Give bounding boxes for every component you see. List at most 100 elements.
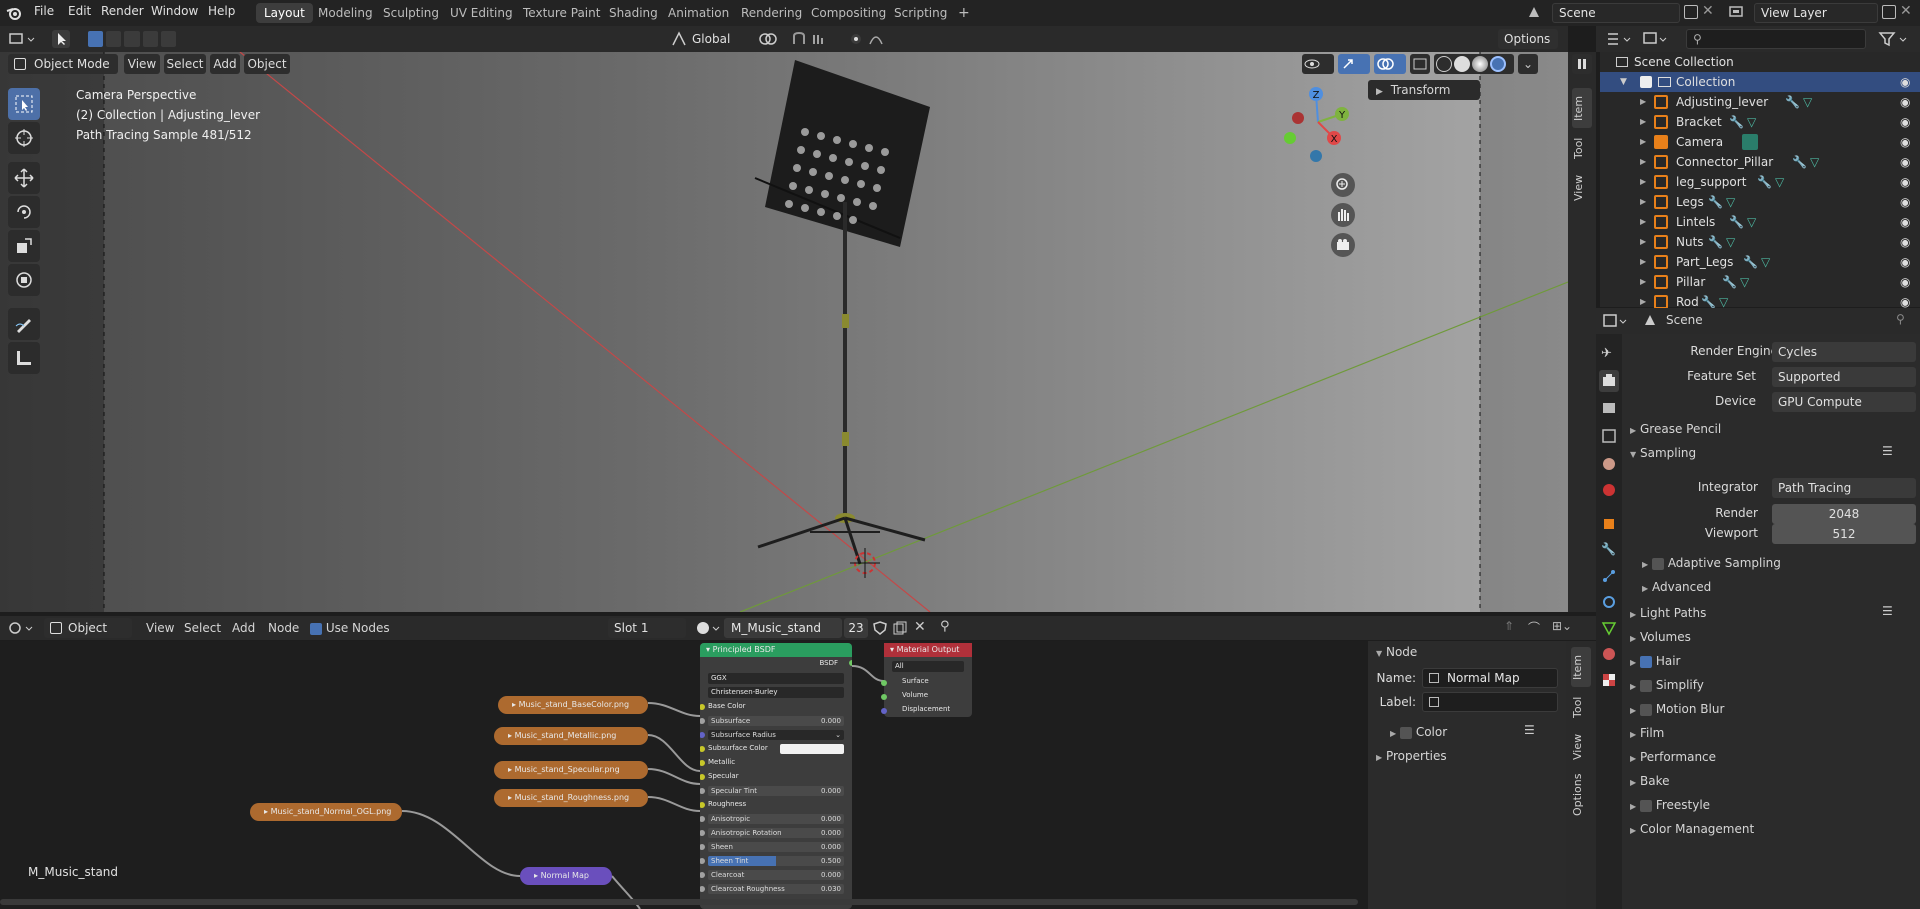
sidebar-tab-item[interactable]: Item (1572, 88, 1592, 128)
expand-arrow-icon[interactable]: ▶ (1640, 132, 1646, 152)
outliner-item[interactable]: ▶ Part_Legs 🔧 ▽ ◉ (1600, 252, 1920, 272)
tab-layout[interactable]: Layout (256, 3, 313, 23)
bsdf-input-row[interactable]: Subsurface Radius ⌄ (700, 729, 852, 741)
input-socket[interactable] (700, 774, 705, 780)
modifier-icon[interactable]: 🔧 (1708, 192, 1723, 212)
outliner-item[interactable]: ▶ Pillar 🔧 ▽ ◉ (1600, 272, 1920, 292)
panel-adaptive-sampling[interactable]: ▶ Adaptive Sampling (1642, 556, 1781, 570)
node-menu-add[interactable]: Add (232, 621, 255, 635)
node-tab-options[interactable]: Options (1571, 767, 1591, 823)
visibility-eye-icon[interactable]: ◉ (1900, 92, 1910, 112)
add-workspace-button[interactable]: + (950, 3, 978, 23)
select-intersect-icon[interactable] (160, 31, 177, 47)
select-invert-icon[interactable] (142, 31, 158, 47)
visibility-eye-icon[interactable]: ◉ (1900, 152, 1910, 172)
zoom-icon[interactable] (1331, 173, 1355, 197)
subsurface-method-dropdown[interactable]: Christensen-Burley (708, 687, 844, 698)
sidebar-tab-view[interactable]: View (1572, 168, 1592, 208)
panel-advanced[interactable]: ▶ Advanced (1642, 580, 1711, 594)
use-nodes-checkbox[interactable] (310, 622, 322, 635)
3d-viewport[interactable]: Camera Perspective (2) Collection | Adju… (0, 52, 1568, 612)
pause-render-icon[interactable] (1572, 54, 1592, 74)
expand-arrow-icon[interactable]: ▶ (1640, 232, 1646, 252)
outliner-item[interactable]: ▶ Adjusting_lever 🔧 ▽ ◉ (1600, 92, 1920, 112)
displacement-socket[interactable] (881, 708, 887, 714)
fake-user-shield-icon[interactable] (872, 620, 888, 636)
bsdf-output-socket[interactable] (849, 660, 852, 666)
view-layer-tab-icon[interactable] (1601, 428, 1617, 444)
tab-modeling[interactable]: Modeling (310, 3, 381, 23)
image-node-specular[interactable]: ▸ Music_stand_Specular.png (494, 761, 648, 779)
input-socket[interactable] (700, 704, 705, 710)
modifier-icon[interactable]: 🔧 (1785, 92, 1800, 112)
sidebar-tab-tool[interactable]: Tool (1572, 128, 1592, 168)
select-extend-icon[interactable] (106, 31, 122, 47)
pan-hand-icon[interactable] (1331, 203, 1355, 227)
mesh-data-icon[interactable]: ▽ (1726, 232, 1735, 252)
menu-render[interactable]: Render (101, 4, 144, 18)
use-nodes-toggle[interactable]: Use Nodes (310, 621, 390, 635)
material-browse-icon[interactable] (694, 619, 724, 637)
feature-set-dropdown[interactable]: Supported (1772, 367, 1916, 387)
image-node-metallic[interactable]: ▸ Music_stand_Metallic.png (494, 727, 648, 745)
modifier-icon[interactable]: 🔧 (1792, 152, 1807, 172)
bsdf-input-row[interactable]: Clearcoat Roughness 0.030 (700, 883, 852, 895)
node-tab-view[interactable]: View (1571, 727, 1591, 767)
editor-type-icon[interactable] (8, 30, 38, 48)
duplicate-material-icon[interactable] (892, 620, 908, 636)
input-socket[interactable] (700, 886, 705, 892)
adaptive-sampling-checkbox[interactable] (1651, 557, 1664, 570)
panel-simplify[interactable]: ▶ Simplify (1630, 678, 1704, 692)
expand-arrow-icon[interactable]: ▶ (1640, 212, 1646, 232)
panel-film[interactable]: ▶ Film (1630, 726, 1664, 740)
outliner-item[interactable]: ▶ Camera ◉ (1600, 132, 1920, 152)
outliner-search-input[interactable]: ⚲ (1686, 29, 1866, 49)
tab-compositing[interactable]: Compositing (803, 3, 894, 23)
select-subtract-icon[interactable] (124, 31, 140, 47)
wireframe-shading-icon[interactable] (1436, 56, 1452, 72)
output-target-dropdown[interactable]: All (892, 661, 964, 672)
measure-tool[interactable] (8, 342, 40, 374)
world-tab-icon[interactable] (1601, 482, 1617, 498)
presets-list-icon[interactable]: ☰ (1882, 444, 1893, 458)
node-label-field[interactable] (1422, 692, 1558, 712)
visibility-eye-icon[interactable]: ◉ (1900, 232, 1910, 252)
panel-motion-blur[interactable]: ▶ Motion Blur (1630, 702, 1724, 716)
bsdf-input-row[interactable]: Metallic (700, 757, 852, 769)
outliner-item[interactable]: ▶ Bracket 🔧 ▽ ◉ (1600, 112, 1920, 132)
mesh-data-icon[interactable]: ▽ (1747, 212, 1756, 232)
bsdf-input-row[interactable]: Specular (700, 771, 852, 783)
outliner-editor-type-icon[interactable] (1606, 30, 1634, 48)
cursor-tool[interactable] (8, 122, 40, 154)
rendered-shading-icon[interactable] (1490, 56, 1506, 72)
input-socket[interactable] (700, 844, 705, 850)
visibility-eye-icon[interactable]: ◉ (1900, 252, 1910, 272)
image-node-normal[interactable]: ▸ Music_stand_Normal_OGL.png (250, 803, 402, 821)
camera-data-icon[interactable] (1742, 134, 1758, 150)
pin-node-tree-icon[interactable]: ⚲ (940, 619, 950, 634)
menu-edit[interactable]: Edit (68, 4, 91, 18)
view-layer-icon[interactable] (1728, 4, 1746, 20)
menu-help[interactable]: Help (208, 4, 235, 18)
shader-type-dropdown[interactable]: Object (44, 618, 132, 638)
integrator-dropdown[interactable]: Path Tracing (1772, 478, 1916, 498)
expand-arrow-icon[interactable]: ▶ (1640, 112, 1646, 132)
tab-animation[interactable]: Animation (660, 3, 737, 23)
render-engine-dropdown[interactable]: Cycles (1772, 342, 1916, 362)
outliner-row-scene-collection[interactable]: Scene Collection (1600, 52, 1920, 72)
menu-file[interactable]: File (34, 4, 54, 18)
input-socket[interactable] (700, 802, 705, 808)
scale-tool[interactable] (8, 230, 40, 262)
visibility-eye-icon[interactable]: ◉ (1900, 212, 1910, 232)
light-paths-presets-icon[interactable]: ☰ (1882, 604, 1893, 618)
unlink-material-icon[interactable]: ✕ (914, 619, 926, 635)
tab-scripting[interactable]: Scripting (886, 3, 955, 23)
node-properties-panel[interactable]: ▶ Properties (1376, 749, 1447, 763)
horizontal-scrollbar[interactable] (0, 899, 1358, 905)
distribution-dropdown[interactable]: GGX (708, 673, 844, 684)
mesh-data-icon[interactable]: ▽ (1761, 252, 1770, 272)
expand-arrow-icon[interactable]: ▶ (1640, 152, 1646, 172)
panel-sampling[interactable]: ▼ Sampling (1630, 446, 1696, 460)
node-editor-type-icon[interactable] (8, 619, 38, 637)
bsdf-input-row[interactable]: Sheen 0.000 (700, 841, 852, 853)
